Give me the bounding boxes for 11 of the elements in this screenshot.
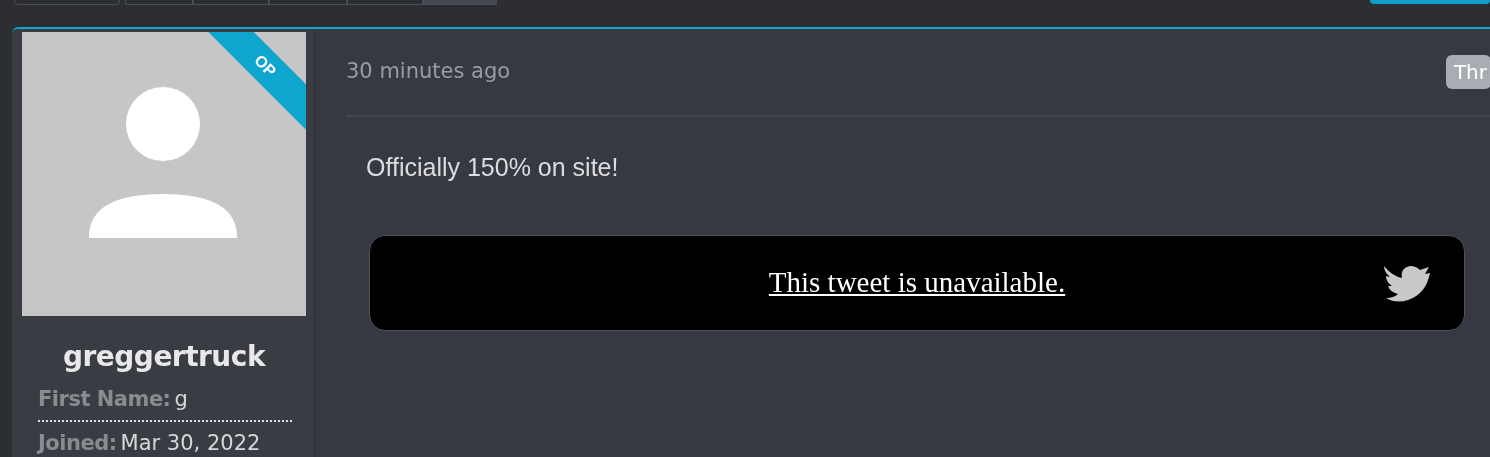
- bird-icon: [1382, 263, 1432, 304]
- post-time[interactable]: 30 minutes ago: [346, 56, 511, 88]
- post-message: Officially 150% on site!: [366, 152, 620, 183]
- tweet-link[interactable]: This tweet is unavailable.: [768, 260, 1066, 305]
- username[interactable]: greggertruck: [22, 336, 306, 378]
- field-value: Mar 30, 2022: [120, 430, 261, 455]
- thread-badge: Thr: [1445, 55, 1490, 89]
- field-value: g: [174, 387, 188, 411]
- person-silhouette-icon: [89, 87, 237, 238]
- field-label: First Name:: [38, 387, 171, 411]
- field-label: Joined:: [38, 430, 117, 455]
